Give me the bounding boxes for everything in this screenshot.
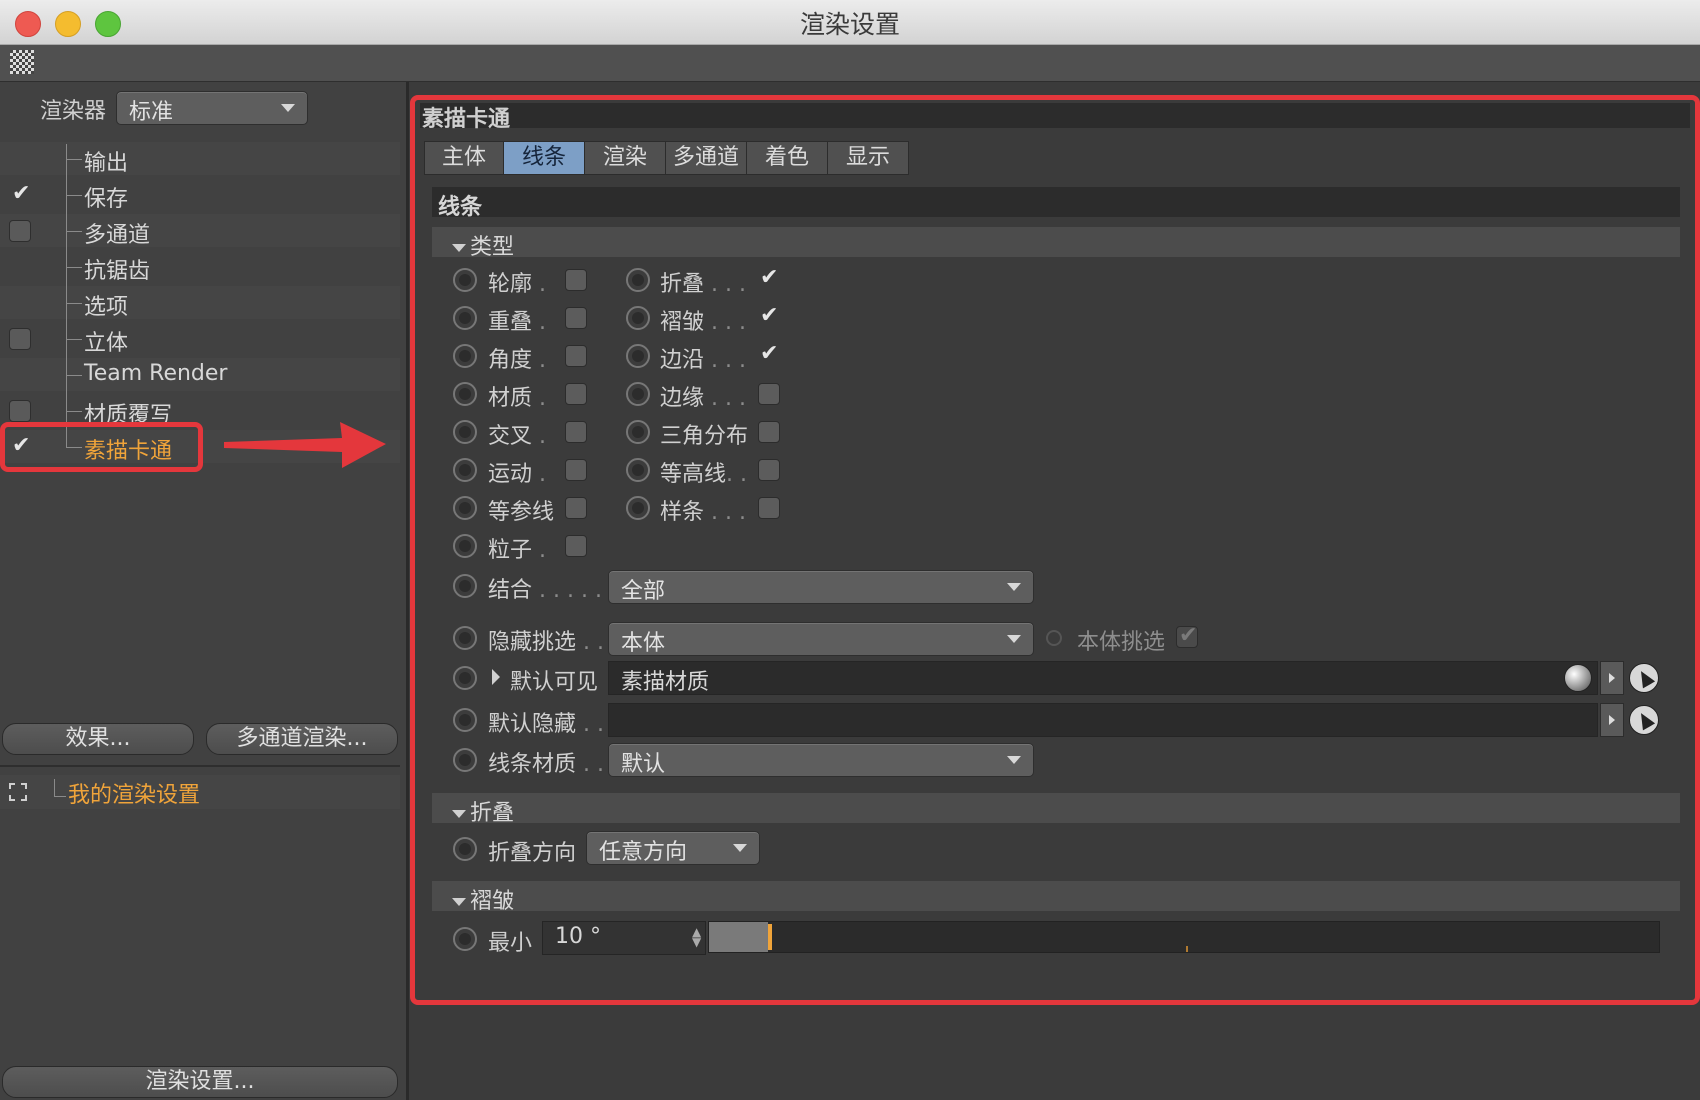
renderer-label: 渲染器	[40, 99, 107, 124]
multipass-render-button[interactable]: 多通道渲染...	[206, 723, 398, 755]
tree-connector	[66, 231, 82, 232]
tree-item-checkbox[interactable]: ✔	[9, 181, 31, 206]
tree-item[interactable]: 多通道	[0, 214, 400, 248]
preset-label: 我的渲染设置	[68, 783, 201, 808]
tree-connector	[66, 339, 82, 340]
tree-item[interactable]: 立体	[0, 322, 400, 356]
tree-item-label: 抗锯齿	[84, 259, 151, 284]
tree-connector	[54, 796, 66, 797]
renderer-value: 标准	[129, 100, 174, 125]
tree-item-label: 保存	[84, 187, 129, 212]
checkmark-icon: ✔	[12, 181, 31, 206]
tree-item-checkbox[interactable]	[9, 400, 31, 422]
tree-connector	[66, 411, 82, 412]
tree-item[interactable]: Team Render	[0, 358, 400, 391]
tree-connector	[66, 195, 82, 196]
tree-item-label: 多通道	[84, 223, 151, 248]
tree-connector	[66, 375, 82, 376]
tree-connector	[66, 144, 67, 448]
tree-item[interactable]: 抗锯齿	[0, 250, 400, 284]
chevron-down-icon	[281, 104, 295, 112]
tree-connector	[66, 303, 82, 304]
highlight-box	[410, 95, 1700, 1005]
tree-item-label: Team Render	[84, 361, 228, 386]
effects-button[interactable]: 效果...	[2, 723, 194, 755]
expand-icon[interactable]	[9, 783, 27, 801]
tree-item-label: 输出	[84, 151, 129, 176]
render-settings-button[interactable]: 渲染设置...	[2, 1066, 398, 1098]
grid-menu-icon[interactable]	[10, 50, 34, 74]
tree-item-checkbox[interactable]	[9, 220, 31, 242]
window-title: 渲染设置	[799, 10, 900, 39]
annotation-arrow-icon	[224, 422, 386, 468]
toolbar	[0, 45, 1700, 82]
tree-item[interactable]: ✔ 保存	[0, 178, 400, 212]
tree-item-checkbox[interactable]	[9, 328, 31, 350]
highlight-box	[0, 422, 203, 472]
tree-item-label: 立体	[84, 331, 129, 356]
tree-connector	[66, 267, 82, 268]
tree-connector	[54, 779, 55, 796]
divider	[0, 765, 400, 767]
tree-item-label: 选项	[84, 295, 129, 320]
tree-connector	[66, 159, 82, 160]
tree-item[interactable]: 选项	[0, 286, 400, 320]
tree-item[interactable]: 输出	[0, 142, 400, 176]
renderer-dropdown[interactable]: 标准	[116, 91, 308, 125]
